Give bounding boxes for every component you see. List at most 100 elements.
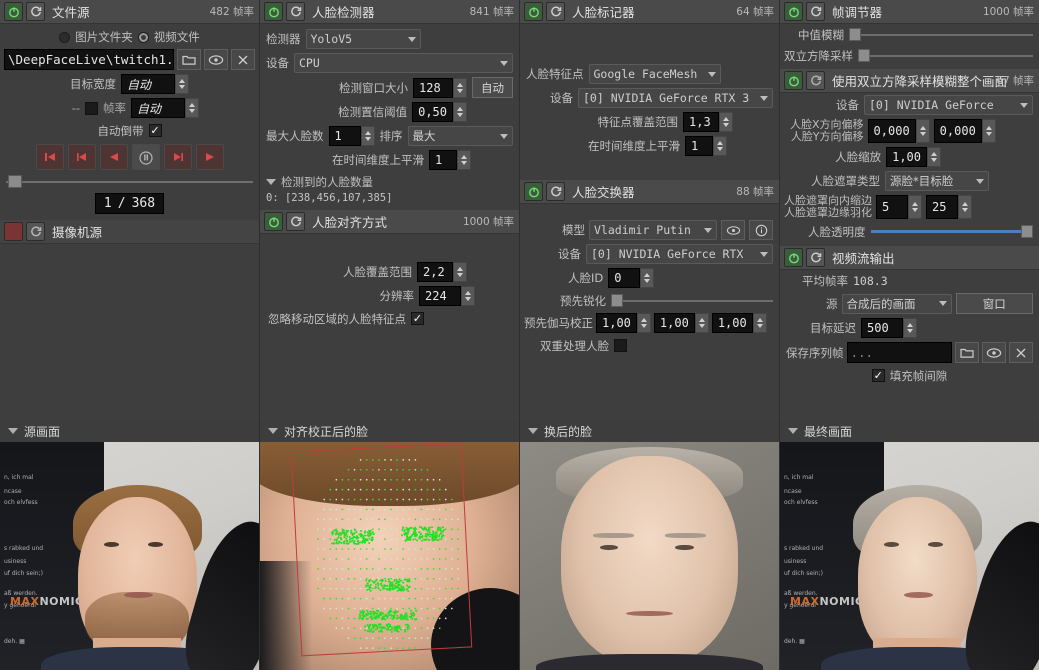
rewind-to-start-button[interactable]	[36, 144, 64, 170]
face-opacity-slider[interactable]	[871, 225, 1034, 239]
refresh-icon[interactable]	[286, 2, 305, 21]
refresh-icon[interactable]	[26, 222, 45, 241]
marker-smooth-spinner[interactable]	[713, 136, 727, 156]
save-sequence-input[interactable]: ...	[847, 342, 953, 363]
eye-icon[interactable]	[204, 49, 228, 70]
face-scale-field[interactable]: 1,00	[886, 147, 941, 167]
offset-x-field[interactable]: 0,000	[868, 119, 930, 143]
marker-smooth-field[interactable]: 1	[685, 136, 727, 156]
two-pass-checkbox[interactable]	[614, 339, 627, 352]
preview-header[interactable]: 源画面	[0, 420, 259, 442]
refresh-icon[interactable]	[286, 212, 305, 231]
close-icon[interactable]	[231, 49, 255, 70]
play-reverse-button[interactable]	[100, 144, 128, 170]
marker-device-select[interactable]: [0] NVIDIA GeForce RTX 3	[578, 88, 773, 108]
temporal-smooth-spinner[interactable]	[457, 150, 471, 170]
target-delay-field[interactable]: 500	[861, 318, 917, 338]
pregamma-field-r[interactable]: 1,00	[596, 313, 651, 333]
seek-handle[interactable]	[8, 175, 22, 188]
refresh-icon[interactable]	[546, 2, 565, 21]
swapper-device-select[interactable]: [0] NVIDIA GeForce RTX	[586, 244, 773, 264]
pause-button[interactable]	[132, 144, 160, 170]
pregamma-spinner-b[interactable]	[753, 313, 767, 333]
bicubic-slider[interactable]	[858, 49, 1033, 63]
merger-device-select[interactable]: [0] NVIDIA GeForce	[864, 95, 1033, 115]
power-icon[interactable]	[524, 182, 543, 201]
threshold-spinner[interactable]	[453, 102, 467, 122]
window-size-spinner[interactable]	[453, 78, 467, 98]
detected-faces-toggle[interactable]: 检测到的人脸数量	[260, 172, 519, 192]
refresh-icon[interactable]	[546, 182, 565, 201]
target-width-field[interactable]: 自动	[121, 74, 189, 94]
sort-select[interactable]: 最大	[408, 126, 514, 146]
slider-handle[interactable]	[849, 28, 861, 41]
step-back-button[interactable]	[68, 144, 96, 170]
seek-slider[interactable]	[6, 175, 253, 188]
ignore-moving-checkbox[interactable]: ✓	[411, 312, 424, 325]
mask-erode-field[interactable]: 5	[876, 195, 922, 219]
refresh-icon[interactable]	[26, 2, 45, 21]
slider-handle[interactable]	[858, 49, 870, 62]
fps-field[interactable]: 自动	[131, 98, 199, 118]
power-icon[interactable]	[264, 2, 283, 21]
target-delay-spinner[interactable]	[903, 318, 917, 338]
eye-icon[interactable]	[982, 342, 1006, 363]
radio-image-folder[interactable]	[59, 32, 70, 43]
stream-source-select[interactable]: 合成后的画面	[842, 294, 952, 314]
window-auto-button[interactable]: 自动	[472, 77, 513, 98]
model-select[interactable]: Vladimir Putin	[589, 220, 717, 240]
window-size-field[interactable]: 128	[413, 78, 467, 98]
pregamma-spinner-g[interactable]	[695, 313, 709, 333]
max-faces-field[interactable]: 1	[329, 126, 375, 146]
fill-gaps-checkbox[interactable]: ✓	[872, 369, 885, 382]
pregamma-spinner-r[interactable]	[637, 313, 651, 333]
threshold-field[interactable]: 0,50	[412, 102, 467, 122]
power-icon[interactable]	[784, 71, 803, 90]
offset-y-spinner[interactable]	[982, 119, 996, 143]
align-coverage-spinner[interactable]	[453, 262, 467, 282]
device-select[interactable]: CPU	[294, 53, 513, 73]
mask-blur-spinner[interactable]	[958, 195, 972, 219]
refresh-icon[interactable]	[806, 71, 825, 90]
presharpen-slider[interactable]	[611, 294, 773, 308]
face-id-spinner[interactable]	[640, 268, 654, 288]
fps-checkbox[interactable]	[85, 102, 98, 115]
preview-header[interactable]: 对齐校正后的脸	[260, 420, 519, 442]
refresh-icon[interactable]	[806, 248, 825, 267]
mask-erode-spinner[interactable]	[908, 195, 922, 219]
face-id-field[interactable]: 0	[608, 268, 654, 288]
align-resolution-spinner[interactable]	[461, 286, 475, 306]
mask-blur-field[interactable]: 25	[926, 195, 972, 219]
preview-header[interactable]: 换后的脸	[520, 420, 779, 442]
detector-select[interactable]: YoloV5	[306, 29, 421, 49]
slider-handle[interactable]	[611, 294, 623, 307]
mask-type-select[interactable]: 源脸*目标脸	[885, 171, 989, 191]
power-icon[interactable]	[4, 2, 23, 21]
marker-select[interactable]: Google FaceMesh	[589, 64, 721, 84]
window-button[interactable]: 窗口	[956, 293, 1034, 314]
marker-coverage-field[interactable]: 1,3	[683, 112, 733, 132]
preview-header[interactable]: 最终画面	[780, 420, 1039, 442]
file-path-input[interactable]: \DeepFaceLive\twitch1.mp4	[4, 49, 174, 70]
info-icon[interactable]	[749, 220, 773, 240]
median-blur-slider[interactable]	[849, 28, 1033, 42]
target-width-spinner[interactable]	[175, 74, 189, 94]
power-icon[interactable]	[264, 212, 283, 231]
play-forward-button[interactable]	[196, 144, 224, 170]
marker-coverage-spinner[interactable]	[719, 112, 733, 132]
radio-video-file[interactable]	[138, 32, 149, 43]
offset-x-spinner[interactable]	[916, 119, 930, 143]
face-scale-spinner[interactable]	[927, 147, 941, 167]
max-faces-spinner[interactable]	[361, 126, 375, 146]
power-icon[interactable]	[784, 248, 803, 267]
align-resolution-field[interactable]: 224	[419, 286, 475, 306]
folder-icon[interactable]	[177, 49, 201, 70]
slider-handle[interactable]	[1021, 225, 1033, 238]
step-forward-button[interactable]	[164, 144, 192, 170]
auto-rewind-checkbox[interactable]: ✓	[149, 124, 162, 137]
refresh-icon[interactable]	[806, 2, 825, 21]
pregamma-field-b[interactable]: 1,00	[712, 313, 767, 333]
close-icon[interactable]	[1009, 342, 1033, 363]
eye-icon[interactable]	[721, 220, 745, 240]
align-coverage-field[interactable]: 2,2	[417, 262, 467, 282]
